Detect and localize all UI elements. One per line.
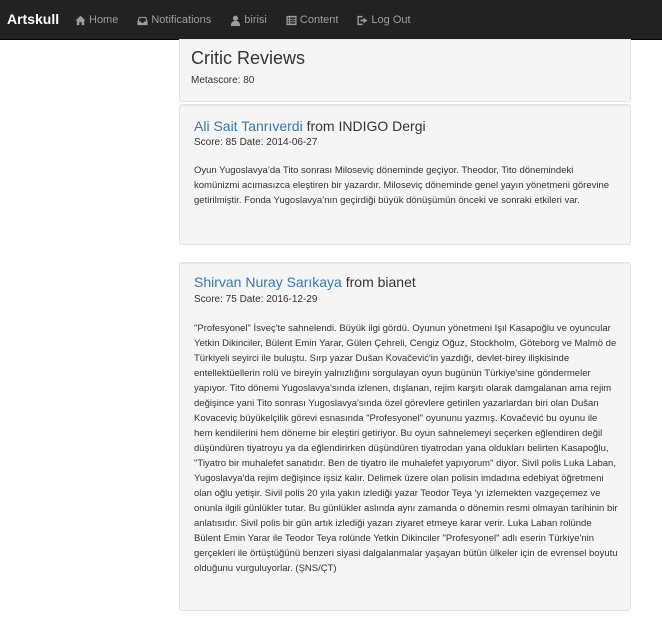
inbox-icon [137, 16, 148, 25]
brand-link[interactable]: Artskull [7, 11, 59, 27]
review-source: from INDIGO Dergi [302, 118, 426, 134]
review-card: Shirvan Nuray Sarıkaya from bianet Score… [179, 262, 631, 611]
user-icon [231, 15, 241, 26]
page-title: Critic Reviews [191, 48, 306, 68]
review-heading: Shirvan Nuray Sarıkaya from bianet [194, 274, 416, 290]
nav-user-label: birisi [244, 14, 267, 26]
review-source: from bianet [341, 274, 416, 290]
nav-content[interactable]: Content [286, 14, 339, 26]
nav-menu: Home Notifications birisi Content Log Ou… [75, 0, 430, 40]
reviews-header: Critic Reviews Metascore: 80 [179, 39, 631, 102]
review-text: "Profesyonel" İsveç'te sahnelendi. Büyük… [194, 323, 618, 574]
nav-user[interactable]: birisi [230, 14, 267, 26]
review-heading: Ali Sait Tanrıverdi from INDIGO Dergi [194, 118, 426, 134]
list-icon [286, 15, 297, 25]
review-score-date: Score: 85 Date: 2014-06-27 [194, 137, 318, 148]
review-card: Ali Sait Tanrıverdi from INDIGO Dergi Sc… [179, 104, 631, 245]
nav-home-label: Home [89, 14, 119, 26]
critic-name-link[interactable]: Ali Sait Tanrıverdi [194, 118, 303, 134]
review-score-date: Score: 75 Date: 2016-12-29 [194, 294, 318, 305]
nav-notifications-label: Notifications [151, 14, 212, 26]
nav-notifications[interactable]: Notifications [137, 14, 211, 26]
review-text: Oyun Yugoslavya’da Tito sonrası Milosevi… [194, 165, 610, 206]
nav-home[interactable]: Home [75, 14, 118, 26]
nav-content-label: Content [299, 14, 339, 26]
home-icon [75, 15, 86, 25]
logout-icon [357, 15, 368, 25]
top-navbar: Artskull Home Notifications birisi Conte… [0, 0, 662, 40]
nav-logout-label: Log Out [371, 14, 411, 26]
nav-logout[interactable]: Log Out [357, 14, 411, 26]
metascore-label: Metascore: 80 [191, 75, 255, 86]
critic-name-link[interactable]: Shirvan Nuray Sarıkaya [194, 274, 342, 290]
